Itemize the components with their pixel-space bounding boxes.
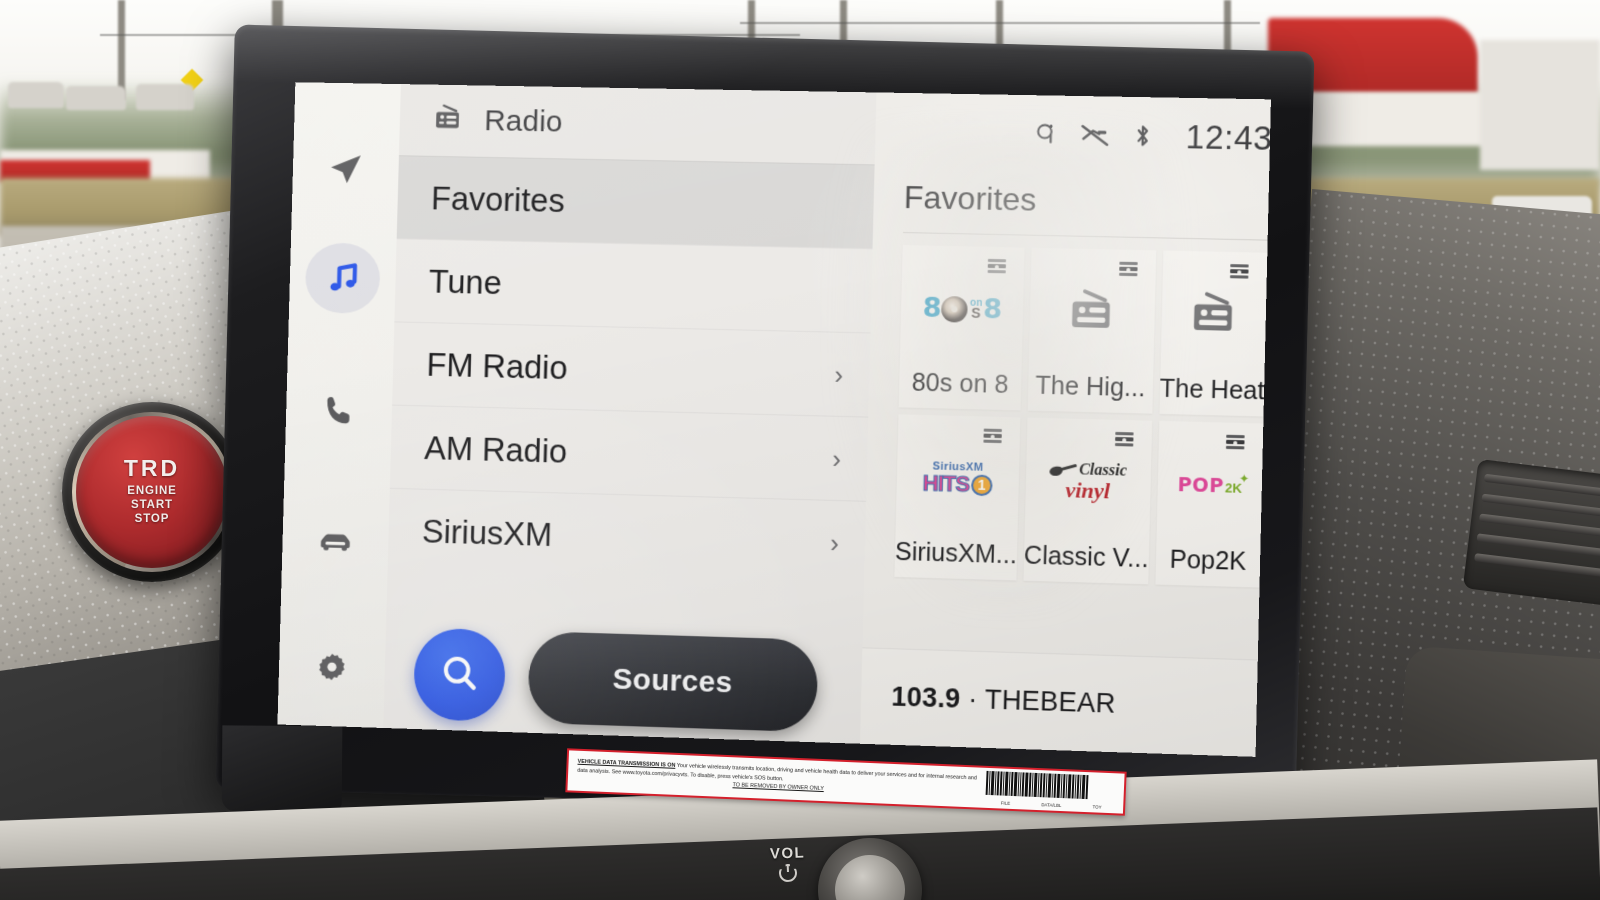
sidebar-item-media[interactable] xyxy=(304,242,381,315)
favorites-heading: Favorites xyxy=(903,178,1037,218)
favorites-grid: 8 on S 8 80s on 8 The Hig... The Heat Si… xyxy=(864,232,1271,588)
trd-logo: TRD xyxy=(123,455,181,482)
utility-pole-1 xyxy=(118,0,125,100)
siriusxm-badge-icon xyxy=(1115,260,1142,279)
parked-car-1 xyxy=(8,82,64,108)
barcode-caption: FILE DATA/LBL TOY xyxy=(1000,800,1102,810)
infotainment-ui: Radio Favorites Tune FM Radio › AM Radio… xyxy=(277,82,1271,757)
search-button[interactable] xyxy=(412,627,507,722)
favorite-tile-label: Classic V... xyxy=(1023,541,1149,574)
siriusxm-badge-icon xyxy=(1110,430,1137,449)
favorites-panel: 12:43 Favorites 8 on S 8 80s on 8 The Hi… xyxy=(860,92,1271,757)
favorite-tile[interactable]: Classic vinyl Classic V... xyxy=(1023,417,1152,585)
list-item-label: AM Radio xyxy=(423,428,568,470)
search-icon xyxy=(437,650,482,700)
car-icon xyxy=(314,518,356,561)
start-button-chrome-ring: TRD ENGINE START STOP xyxy=(72,412,232,572)
now-playing-station: THEBEAR xyxy=(984,684,1116,719)
power-line-2 xyxy=(740,22,1260,24)
photo-of-vehicle-infotainment-screen: TRD ENGINE START STOP Radio Favorites Tu… xyxy=(0,0,1600,900)
panel-title: Radio xyxy=(483,104,564,139)
start-button-line-2: START xyxy=(131,499,173,512)
favorite-tile[interactable]: The Hig... xyxy=(1027,247,1156,414)
list-item-fm-radio[interactable]: FM Radio › xyxy=(392,321,871,417)
favorite-tile-label: The Heat xyxy=(1159,374,1265,406)
siriusxm-badge-icon xyxy=(979,426,1006,445)
media-muted-icon xyxy=(1080,121,1111,150)
siriusxm-badge-icon xyxy=(1226,262,1253,281)
list-item-label: SiriusXM xyxy=(421,512,553,553)
start-button-line-1: ENGINE xyxy=(127,485,177,498)
lcd-panel[interactable]: Radio Favorites Tune FM Radio › AM Radio… xyxy=(277,82,1271,757)
siriusxm-badge-icon xyxy=(1222,433,1249,452)
now-playing-separator: · xyxy=(967,683,978,715)
music-note-icon xyxy=(322,257,364,299)
radio-list-panel: Radio Favorites Tune FM Radio › AM Radio… xyxy=(383,84,877,744)
building-right xyxy=(1290,92,1490,146)
radio-icon xyxy=(431,103,465,138)
list-item-favorites[interactable]: Favorites xyxy=(396,155,875,249)
panel-header: Radio xyxy=(398,84,877,165)
chevron-right-icon: › xyxy=(834,359,844,390)
phone-icon xyxy=(320,391,358,430)
engine-start-stop-button[interactable]: TRD ENGINE START STOP xyxy=(62,402,242,582)
status-bar: 12:43 xyxy=(874,92,1271,178)
favorite-tile[interactable]: 8 on S 8 80s on 8 xyxy=(898,245,1025,411)
now-playing-bar[interactable]: 103.9 · THEBEAR xyxy=(860,647,1271,757)
favorite-tile[interactable]: POP 2K ✦ Pop2K xyxy=(1154,420,1264,588)
navigation-rail xyxy=(277,82,401,728)
chevron-right-icon: › xyxy=(829,527,840,558)
barcode: FILE DATA/LBL TOY xyxy=(985,770,1118,810)
favorite-tile-label: The Hig... xyxy=(1035,371,1146,403)
gear-icon xyxy=(313,650,351,689)
sidebar-item-vehicle[interactable] xyxy=(297,504,373,577)
sidebar-item-phone[interactable] xyxy=(301,375,377,447)
parked-car-2 xyxy=(66,86,126,110)
building-far-right xyxy=(1480,40,1600,170)
chevron-right-icon: › xyxy=(832,443,842,474)
favorite-tile[interactable]: SiriusXM HITS 1 SiriusXM... xyxy=(894,414,1021,581)
list-item-tune[interactable]: Tune xyxy=(394,238,873,333)
display-stand xyxy=(221,725,343,813)
panel-footer-controls: Sources xyxy=(383,617,863,744)
bluetooth-icon xyxy=(1133,122,1154,151)
sidebar-item-navigation[interactable] xyxy=(308,134,384,206)
start-button-face[interactable]: TRD ENGINE START STOP xyxy=(76,416,228,568)
favorite-tile[interactable]: The Heat xyxy=(1159,250,1268,417)
sources-button[interactable]: Sources xyxy=(527,631,819,733)
radio-source-list: Favorites Tune FM Radio › AM Radio › Sir… xyxy=(386,155,875,631)
list-item-label: FM Radio xyxy=(426,345,569,386)
list-item-am-radio[interactable]: AM Radio › xyxy=(389,404,869,501)
favorite-tile-label: 80s on 8 xyxy=(911,368,1009,400)
status-clock: 12:43 xyxy=(1185,118,1271,157)
list-item-label: Tune xyxy=(428,262,503,301)
favorite-tile-label: Pop2K xyxy=(1169,545,1247,577)
qi-wireless-charging-icon xyxy=(1035,120,1058,149)
start-button-line-3: STOP xyxy=(134,512,170,525)
now-playing-frequency: 103.9 xyxy=(890,681,961,714)
parked-car-3 xyxy=(136,84,194,110)
list-item-label: Favorites xyxy=(430,179,566,219)
list-item-siriusxm[interactable]: SiriusXM › xyxy=(387,487,867,586)
favorite-tile-label: SiriusXM... xyxy=(894,537,1018,570)
siriusxm-badge-icon xyxy=(983,257,1010,276)
navigation-arrow-icon xyxy=(326,149,366,189)
right-air-vent xyxy=(1462,458,1600,612)
sidebar-item-settings[interactable] xyxy=(294,633,370,706)
volume-label: VOL xyxy=(769,844,806,863)
infotainment-display[interactable]: Radio Favorites Tune FM Radio › AM Radio… xyxy=(215,24,1315,817)
